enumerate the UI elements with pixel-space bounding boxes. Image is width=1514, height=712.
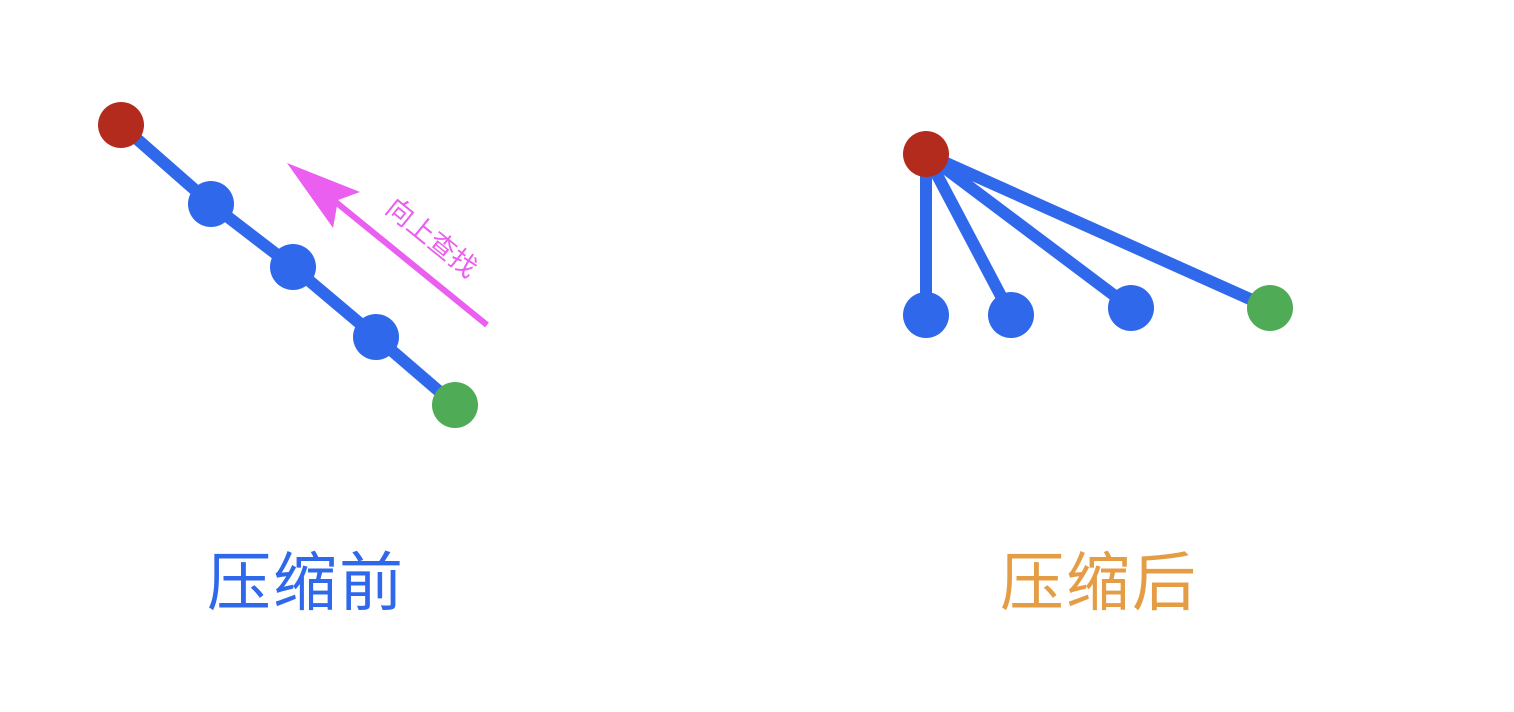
compressed-root-node <box>903 131 949 177</box>
compressed-target-node <box>1247 285 1293 331</box>
root-node <box>98 102 144 148</box>
before-compression-tree: 向上查找 <box>98 102 489 428</box>
search-upward-label: 向上查找 <box>380 192 483 284</box>
caption-after-compression: 压缩后 <box>1000 547 1198 621</box>
compressed-node-2 <box>988 292 1034 338</box>
search-arrow-head <box>287 163 360 228</box>
target-node <box>432 382 478 428</box>
intermediate-node-2 <box>270 244 316 290</box>
compressed-node-1 <box>903 292 949 338</box>
intermediate-node-3 <box>353 314 399 360</box>
compressed-node-3 <box>1108 285 1154 331</box>
after-compression-tree <box>903 131 1293 338</box>
intermediate-node-1 <box>188 181 234 227</box>
caption-before-compression: 压缩前 <box>207 547 405 621</box>
